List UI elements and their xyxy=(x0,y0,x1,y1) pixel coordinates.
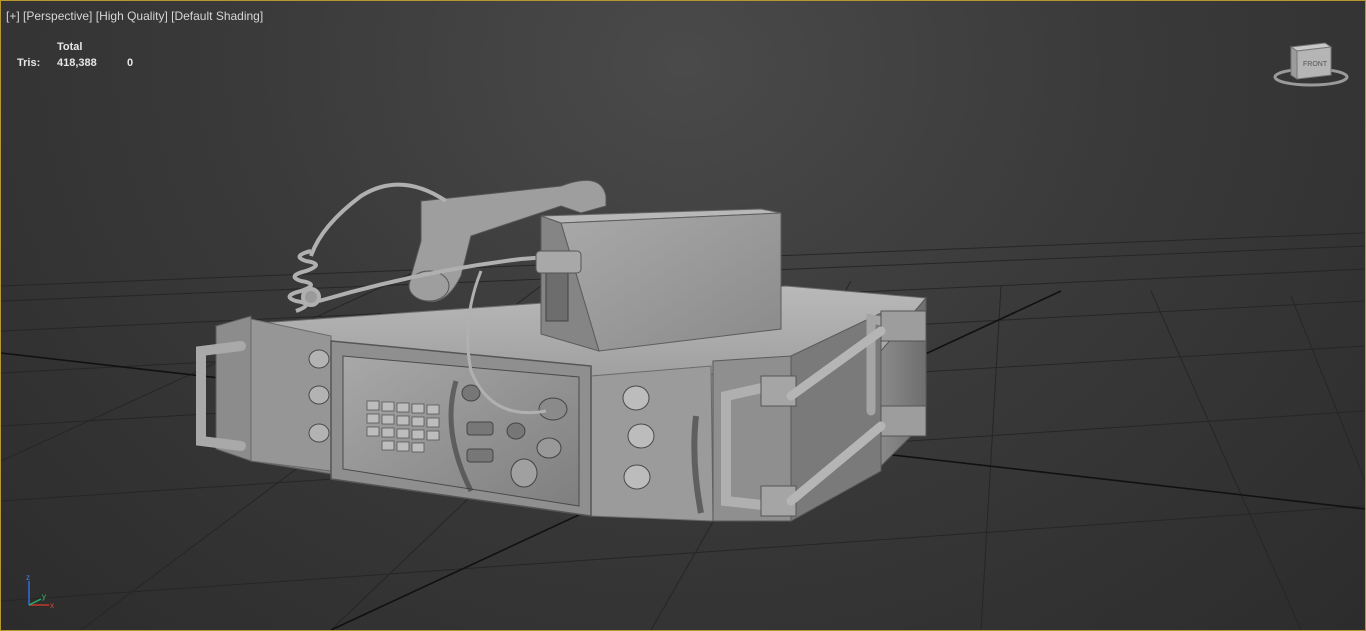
viewport-shading-menu[interactable]: [Default Shading] xyxy=(171,9,263,23)
stats-tris-total: 418,388 xyxy=(57,57,97,69)
stats-total-header: Total xyxy=(57,41,83,53)
stats-tris-selected: 0 xyxy=(127,57,134,69)
axis-x-label: x xyxy=(50,601,54,610)
viewcube-face-label: FRONT xyxy=(1303,61,1328,68)
viewport-general-menu[interactable]: [+] xyxy=(6,9,20,23)
left-knobs xyxy=(308,349,330,443)
viewport-quality-menu[interactable]: [High Quality] xyxy=(96,9,168,23)
axis-tripod: z x y xyxy=(26,573,54,610)
viewcube-front-face[interactable] xyxy=(1290,46,1298,80)
axis-z-label: z xyxy=(26,573,30,582)
cable-connector xyxy=(535,250,582,274)
viewcube[interactable]: FRONT xyxy=(1273,39,1349,89)
stats-tris-label: Tris: xyxy=(17,57,41,69)
viewport-label-menu[interactable]: [+] [Perspective] [High Quality] [Defaul… xyxy=(6,9,263,23)
axis-y-label: y xyxy=(42,592,46,601)
axis-y-line xyxy=(28,598,42,606)
battery-box xyxy=(540,208,782,352)
viewport-point-of-view-menu[interactable]: [Perspective] xyxy=(23,9,92,23)
perspective-viewport[interactable]: [+] [Perspective] [High Quality] [Defaul… xyxy=(0,0,1366,631)
scene-render[interactable] xyxy=(1,1,1365,630)
